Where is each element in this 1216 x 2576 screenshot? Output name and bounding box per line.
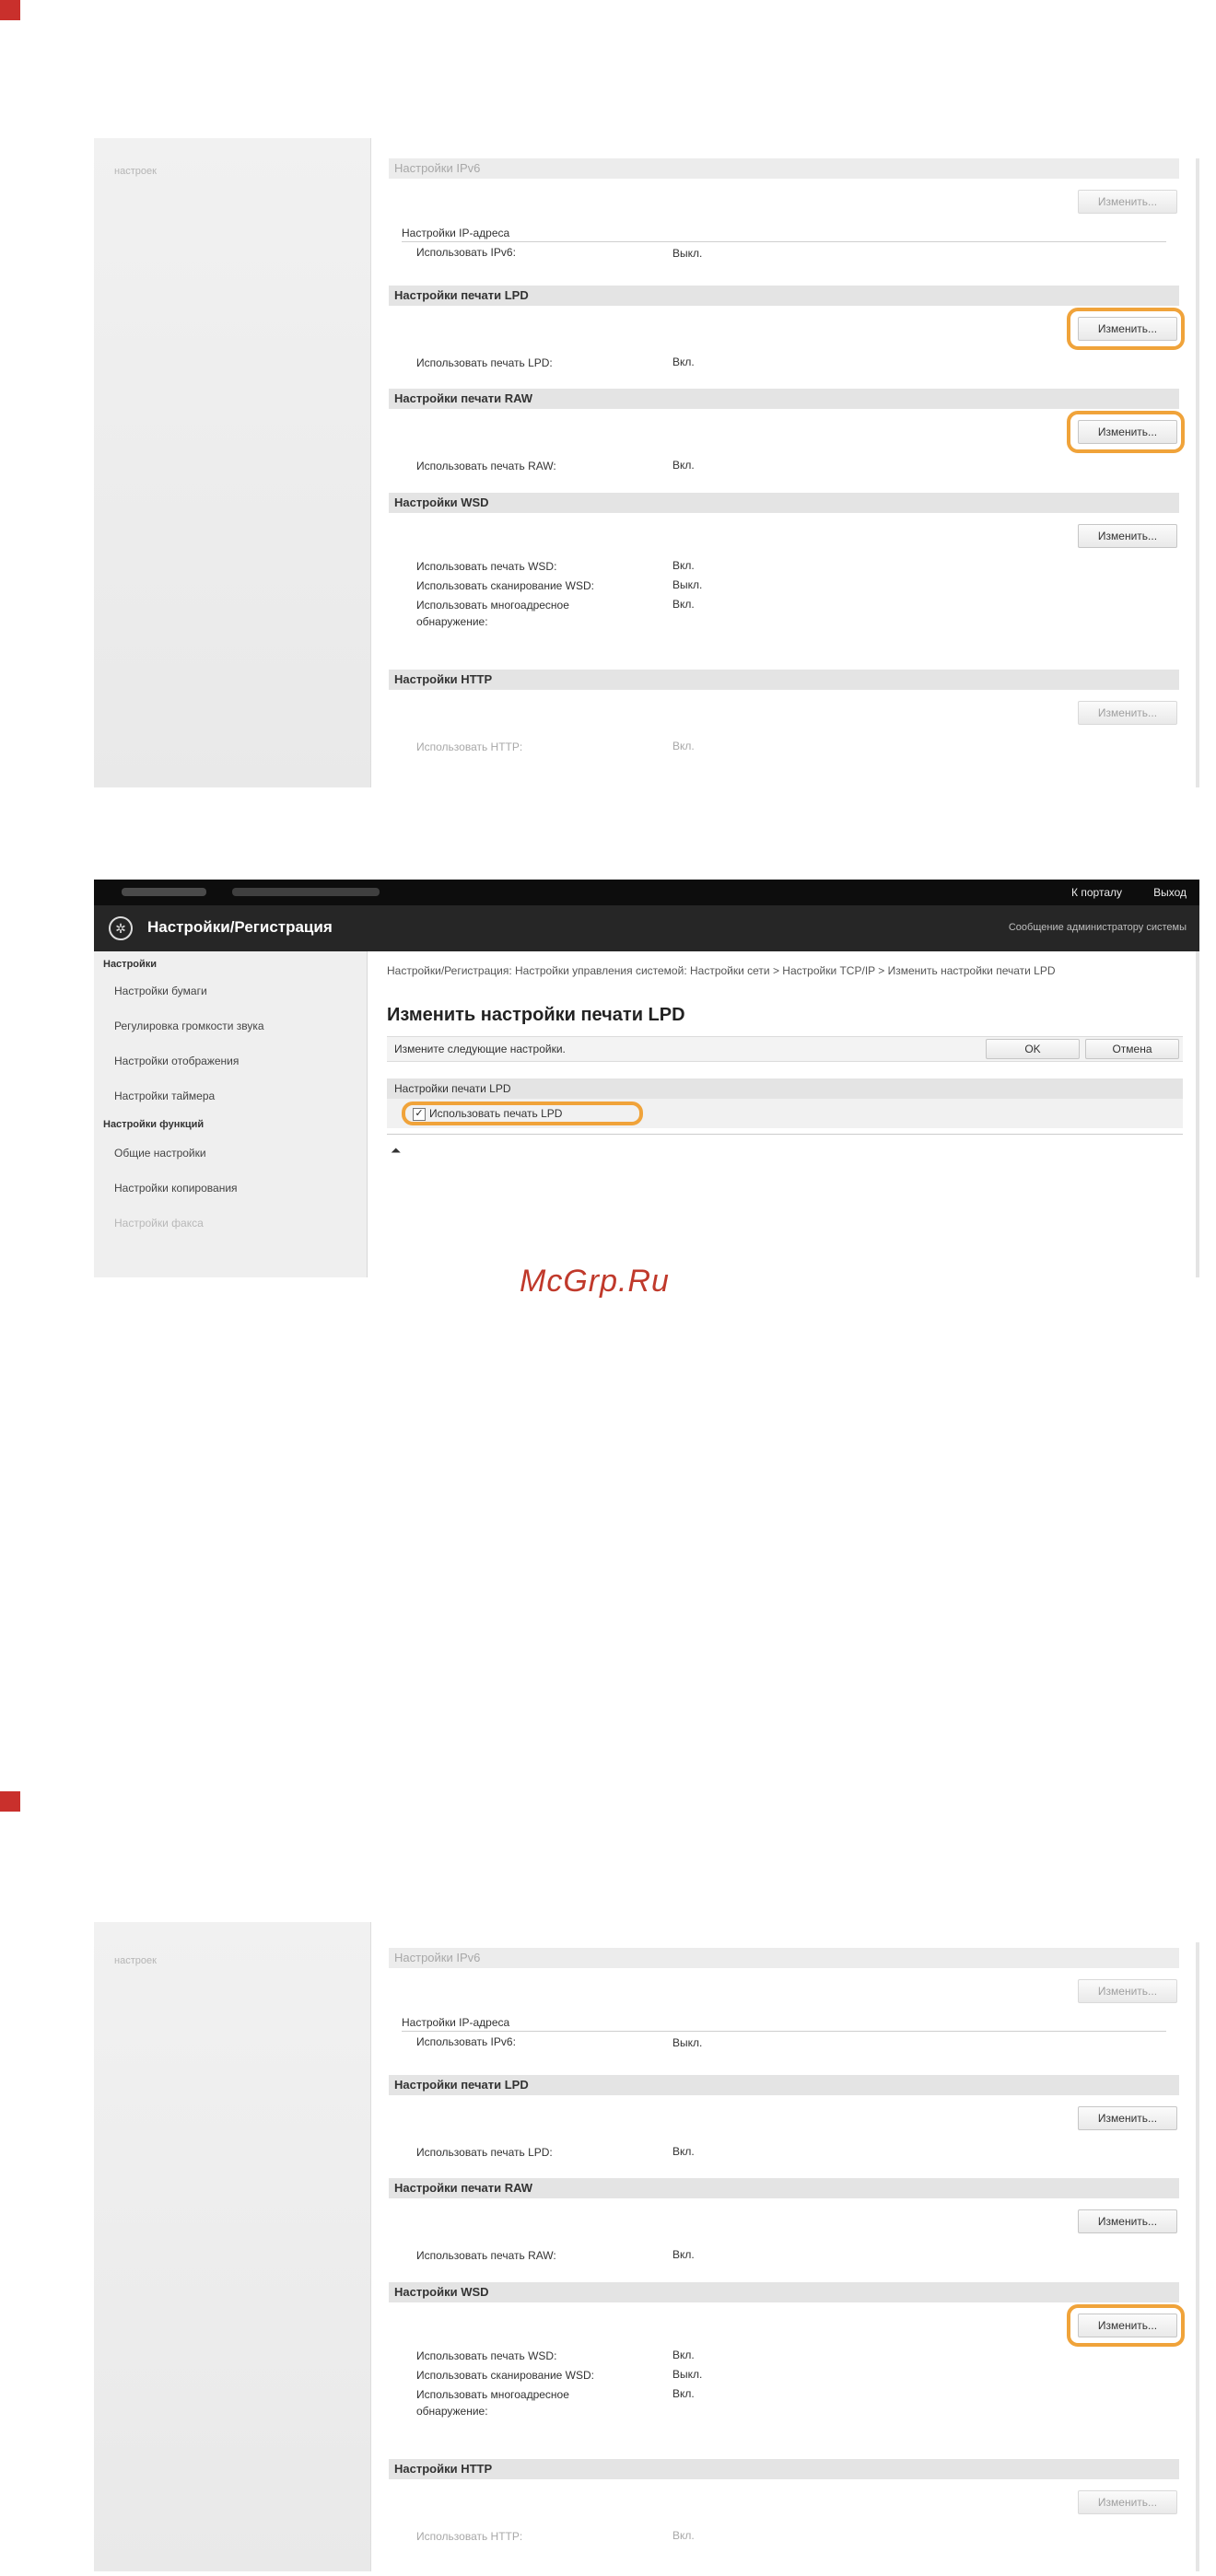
- http-change-button[interactable]: Изменить...: [1078, 701, 1177, 725]
- blurred-device: [232, 888, 380, 896]
- settings-content: Настройки IPv6 Изменить... Настройки IP-…: [389, 138, 1185, 787]
- main-content: Настройки/Регистрация: Настройки управле…: [387, 951, 1183, 1277]
- wsd-print-label: Использовать печать WSD:: [416, 560, 557, 573]
- highlight-ring: [402, 1102, 643, 1125]
- ip-address-subhead: Настройки IP-адреса: [402, 227, 510, 239]
- logout-link[interactable]: Выход: [1153, 886, 1187, 899]
- settings-content: Настройки IPv6 Изменить... Настройки IP-…: [389, 1922, 1185, 2571]
- instruction-text: Измените следующие настройки.: [394, 1043, 566, 1055]
- lpd-edit-screenshot: К порталу Выход ✲ Настройки/Регистрация …: [94, 880, 1199, 1277]
- wsd-scan-label: Использовать сканирование WSD:: [416, 2369, 595, 2382]
- ipv6-label: Использовать IPv6:: [416, 246, 516, 259]
- ipv6-value: Выкл.: [672, 2036, 703, 2049]
- sidebar-item-volume[interactable]: Регулировка громкости звука: [114, 1020, 264, 1032]
- highlight-ring: [1067, 308, 1185, 350]
- app-title: Настройки/Регистрация: [147, 918, 333, 936]
- wsd-change-button[interactable]: Изменить...: [1078, 524, 1177, 548]
- ipv6-change-button[interactable]: Изменить...: [1078, 1979, 1177, 2003]
- ipv6-value: Выкл.: [672, 247, 703, 260]
- http-label: Использовать HTTP:: [416, 2530, 523, 2543]
- ipv6-label: Использовать IPv6:: [416, 2035, 516, 2048]
- lpd-label: Использовать печать LPD:: [416, 2146, 553, 2159]
- highlight-ring: [1067, 2304, 1185, 2347]
- sidebar-group-settings: Настройки: [103, 959, 158, 970]
- ip-address-subhead: Настройки IP-адреса: [402, 2016, 510, 2029]
- step-marker: [0, 1791, 20, 1812]
- scroll-to-top-icon[interactable]: ⏶: [391, 1143, 401, 1159]
- nav-faint-text: настроек: [114, 1955, 157, 1966]
- wsd-multi-value: Вкл.: [672, 2387, 695, 2400]
- divider: [402, 241, 1166, 242]
- settings-list-screenshot: настроек Настройки IPv6 Изменить... Наст…: [94, 138, 1199, 787]
- portal-link[interactable]: К порталу: [1071, 886, 1122, 899]
- wsd-multi-label: Использовать многоадресное: [416, 2388, 569, 2401]
- highlight-ring: [1067, 411, 1185, 453]
- http-value: Вкл.: [672, 2529, 695, 2542]
- wsd-multi-label: Использовать многоадресное: [416, 599, 569, 612]
- ipv6-change-button[interactable]: Изменить...: [1078, 190, 1177, 214]
- breadcrumb: Настройки/Регистрация: Настройки управле…: [387, 964, 1056, 977]
- step-marker: [0, 0, 20, 20]
- scrollbar-track[interactable]: [1196, 1942, 1199, 2571]
- sidebar-item-timer[interactable]: Настройки таймера: [114, 1090, 215, 1102]
- nav-faint-text: настроек: [114, 166, 157, 177]
- scrollbar-track[interactable]: [1196, 158, 1199, 787]
- wsd-scan-value: Выкл.: [672, 578, 703, 591]
- app-header: ✲ Настройки/Регистрация Сообщение админи…: [94, 905, 1199, 951]
- wsd-scan-label: Использовать сканирование WSD:: [416, 579, 595, 592]
- sidebar-item-fax[interactable]: Настройки факса: [114, 1217, 204, 1230]
- wsd-multi-label-cont: обнаружение:: [416, 615, 488, 628]
- page-title: Изменить настройки печати LPD: [387, 1005, 685, 1025]
- section-raw: Настройки печати RAW: [389, 389, 1179, 409]
- http-label: Использовать HTTP:: [416, 740, 523, 753]
- section-wsd: Настройки WSD: [389, 2282, 1179, 2302]
- lpd-label: Использовать печать LPD:: [416, 356, 553, 369]
- lpd-change-button[interactable]: Изменить...: [1078, 2106, 1177, 2130]
- blurred-host: [122, 888, 206, 896]
- scrollbar-track[interactable]: [1196, 951, 1199, 1277]
- wsd-multi-value: Вкл.: [672, 598, 695, 611]
- top-bar: К порталу Выход: [94, 880, 1199, 905]
- left-nav: настроек: [94, 1922, 371, 2571]
- http-value: Вкл.: [672, 740, 695, 752]
- sidebar: Настройки Настройки бумаги Регулировка г…: [94, 951, 368, 1277]
- sidebar-item-display[interactable]: Настройки отображения: [114, 1055, 239, 1067]
- wsd-print-value: Вкл.: [672, 559, 695, 572]
- wsd-print-value: Вкл.: [672, 2349, 695, 2361]
- admin-message-link[interactable]: Сообщение администратору системы: [1009, 922, 1187, 933]
- sidebar-group-functions: Настройки функций: [103, 1119, 205, 1130]
- divider: [387, 1134, 1183, 1135]
- raw-label: Использовать печать RAW:: [416, 460, 556, 472]
- watermark: McGrp.Ru: [520, 1264, 670, 1299]
- raw-value: Вкл.: [672, 459, 695, 472]
- section-ipv6: Настройки IPv6: [389, 1948, 1179, 1968]
- section-ipv6: Настройки IPv6: [389, 158, 1179, 179]
- settings-list-screenshot: настроек Настройки IPv6 Изменить... Наст…: [94, 1922, 1199, 2571]
- sidebar-item-general[interactable]: Общие настройки: [114, 1147, 206, 1160]
- sidebar-item-paper[interactable]: Настройки бумаги: [114, 985, 207, 997]
- cancel-button[interactable]: Отмена: [1085, 1039, 1179, 1059]
- sidebar-item-copy[interactable]: Настройки копирования: [114, 1182, 238, 1195]
- raw-label: Использовать печать RAW:: [416, 2249, 556, 2262]
- wsd-scan-value: Выкл.: [672, 2368, 703, 2381]
- section-lpd: Настройки печати LPD: [389, 2075, 1179, 2095]
- raw-change-button[interactable]: Изменить...: [1078, 2209, 1177, 2233]
- section-wsd: Настройки WSD: [389, 493, 1179, 513]
- lpd-value: Вкл.: [672, 2145, 695, 2158]
- settings-gear-icon: ✲: [109, 916, 133, 940]
- left-nav: настроек: [94, 138, 371, 787]
- section-lpd: Настройки печати LPD: [387, 1078, 1183, 1099]
- lpd-value: Вкл.: [672, 356, 695, 368]
- ok-button[interactable]: OK: [986, 1039, 1080, 1059]
- wsd-multi-label-cont: обнаружение:: [416, 2405, 488, 2418]
- section-http: Настройки HTTP: [389, 670, 1179, 690]
- section-lpd: Настройки печати LPD: [389, 286, 1179, 306]
- section-http: Настройки HTTP: [389, 2459, 1179, 2479]
- section-raw: Настройки печати RAW: [389, 2178, 1179, 2198]
- divider: [402, 2031, 1166, 2032]
- http-change-button[interactable]: Изменить...: [1078, 2490, 1177, 2514]
- wsd-print-label: Использовать печать WSD:: [416, 2349, 557, 2362]
- raw-value: Вкл.: [672, 2248, 695, 2261]
- action-bar: Измените следующие настройки. OK Отмена: [387, 1036, 1183, 1062]
